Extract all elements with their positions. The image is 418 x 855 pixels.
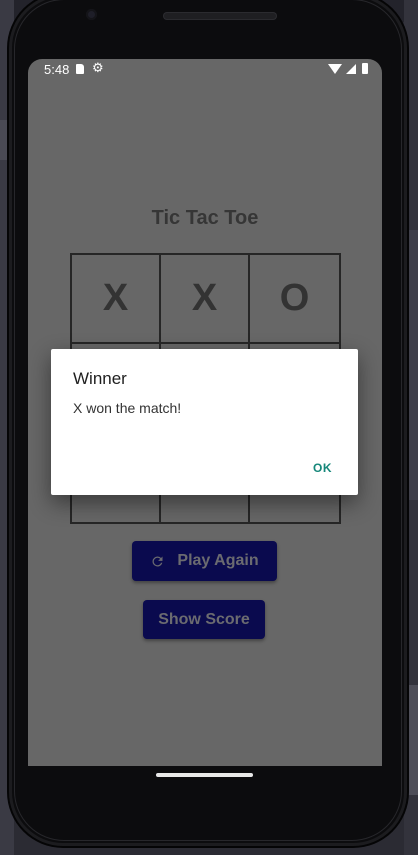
play-again-label: Play Again xyxy=(177,552,259,569)
board-cell[interactable]: X xyxy=(161,255,250,344)
host-window-panel xyxy=(408,685,418,795)
dialog-message: X won the match! xyxy=(73,400,182,416)
play-again-button[interactable]: Play Again xyxy=(132,541,277,581)
cell-signal-icon xyxy=(346,64,356,74)
status-bar: 5:48 ⚙ xyxy=(28,59,382,80)
refresh-icon xyxy=(152,556,163,566)
board-cell[interactable]: O xyxy=(250,255,339,344)
status-time: 5:48 xyxy=(44,62,70,77)
wifi-icon xyxy=(328,64,342,74)
show-score-label: Show Score xyxy=(158,610,250,628)
earpiece-speaker xyxy=(163,12,277,20)
home-gesture-bar[interactable] xyxy=(156,773,253,777)
ok-button[interactable]: OK xyxy=(313,461,332,475)
game-title: Tic Tac Toe xyxy=(151,207,259,229)
dialog-title: Winner xyxy=(73,369,127,388)
sd-card-icon xyxy=(76,64,84,74)
battery-icon xyxy=(362,63,368,74)
settings-gear-icon: ⚙ xyxy=(92,61,104,76)
board-cell[interactable]: X xyxy=(72,255,161,344)
winner-dialog: Winner X won the match! OK xyxy=(51,349,358,495)
show-score-button[interactable]: Show Score xyxy=(143,600,265,639)
host-window-panel xyxy=(408,230,418,500)
front-camera xyxy=(86,9,97,20)
